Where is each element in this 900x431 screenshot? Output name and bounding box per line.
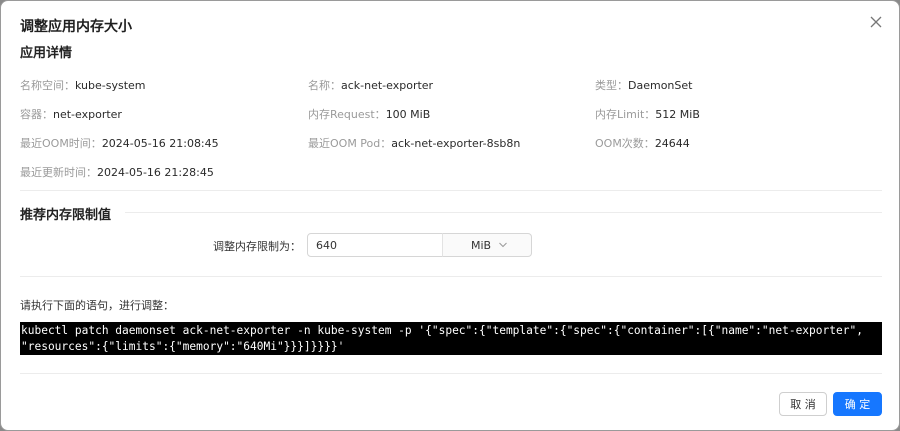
detail-label: 名称空间： [20,79,75,92]
detail-value: 2024-05-16 21:28:45 [97,166,214,179]
memory-limit-label: 调整内存限制为： [213,240,301,253]
detail-value: DaemonSet [628,79,693,92]
detail-value: 100 MiB [385,108,431,121]
confirm-button[interactable]: 确 定 [833,392,882,416]
recommend-heading: 推荐内存限制值 [20,208,112,223]
detail-value: 512 MiB [655,108,700,121]
dialog-title: 调整应用内存大小 [20,19,132,35]
detail-value: net-exporter [53,108,122,121]
detail-label: 内存Request： [308,108,386,121]
memory-limit-input[interactable] [307,233,443,257]
close-icon[interactable] [868,14,884,30]
detail-value: ack-net-exporter [341,79,434,92]
unit-select-value: MiB [471,239,492,252]
detail-last-update-time: 最近更新时间：2024-05-16 21:28:45 [20,164,214,180]
heading-rule [125,212,882,213]
chevron-down-icon [499,242,507,248]
detail-label: 最近OOM时间： [20,137,102,150]
detail-name: 名称：ack-net-exporter [308,77,433,93]
detail-label: 内存Limit： [595,108,656,121]
detail-namespace: 名称空间：kube-system [20,77,146,93]
detail-oom-count: OOM次数：24644 [595,135,690,151]
command-line: kubectl patch daemonset ack-net-exporter… [21,324,863,337]
detail-last-oom-time: 最近OOM时间：2024-05-16 21:08:45 [20,135,219,151]
divider [20,276,882,277]
detail-value: kube-system [75,79,146,92]
detail-label: 最近更新时间： [20,166,97,179]
detail-label: 最近OOM Pod： [308,137,392,150]
details-heading: 应用详情 [20,46,73,61]
adjust-memory-dialog: 调整应用内存大小 应用详情 名称空间：kube-system 名称：ack-ne… [0,0,900,431]
detail-memory-limit: 内存Limit：512 MiB [595,106,700,122]
divider [20,373,882,374]
cancel-button[interactable]: 取 消 [779,392,827,416]
unit-select[interactable]: MiB [442,233,532,257]
detail-label: 容器： [20,108,53,121]
detail-container: 容器：net-exporter [20,106,122,122]
command-label: 请执行下面的语句，进行调整： [20,299,174,312]
detail-type: 类型：DaemonSet [595,77,692,93]
command-line: "resources":{"limits":{"memory":"640Mi"}… [21,340,345,353]
detail-value: 2024-05-16 21:08:45 [101,137,219,150]
detail-last-oom-pod: 最近OOM Pod：ack-net-exporter-8sb8n [308,135,520,151]
detail-label: 类型： [595,79,628,92]
detail-value: 24644 [654,137,690,150]
command-code-block[interactable]: kubectl patch daemonset ack-net-exporter… [20,322,882,355]
detail-label: OOM次数： [595,137,655,150]
detail-value: ack-net-exporter-8sb8n [391,137,521,150]
detail-memory-request: 内存Request：100 MiB [308,106,430,122]
detail-label: 名称： [308,79,341,92]
divider [20,190,882,191]
